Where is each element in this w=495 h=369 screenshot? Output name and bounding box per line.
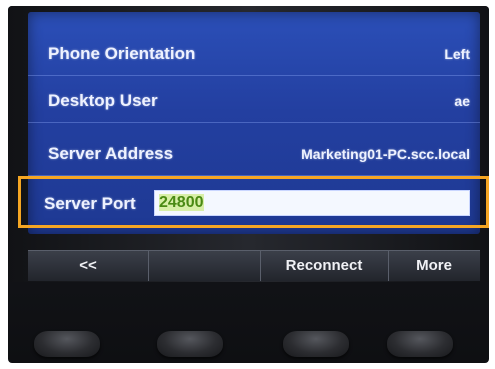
setting-label: Desktop User — [48, 90, 158, 110]
hardware-softkey-button-4[interactable] — [387, 331, 453, 357]
setting-label: Phone Orientation — [48, 43, 196, 63]
hardware-softkey-button-3[interactable] — [283, 331, 349, 357]
setting-value: Marketing01-PC.scc.local — [301, 145, 470, 162]
setting-value: Left — [444, 45, 470, 62]
setting-label: Server Address — [48, 143, 174, 163]
setting-row-server-address[interactable]: Server Address Marketing01-PC.scc.local — [28, 132, 480, 176]
hardware-softkey-button-1[interactable] — [34, 331, 100, 357]
softkey-bar: << Reconnect More — [28, 250, 480, 281]
hardware-softkey-button-2[interactable] — [157, 331, 223, 357]
setting-row-phone-orientation[interactable]: Phone Orientation Left — [28, 32, 480, 76]
back-softkey[interactable]: << — [28, 251, 149, 281]
blank-softkey[interactable] — [148, 251, 261, 281]
server-port-highlight-box — [18, 176, 489, 228]
setting-value: ae — [454, 92, 470, 109]
setting-row-desktop-user[interactable]: Desktop User ae — [28, 79, 480, 123]
more-softkey[interactable]: More — [388, 251, 480, 281]
reconnect-softkey[interactable]: Reconnect — [260, 251, 389, 281]
